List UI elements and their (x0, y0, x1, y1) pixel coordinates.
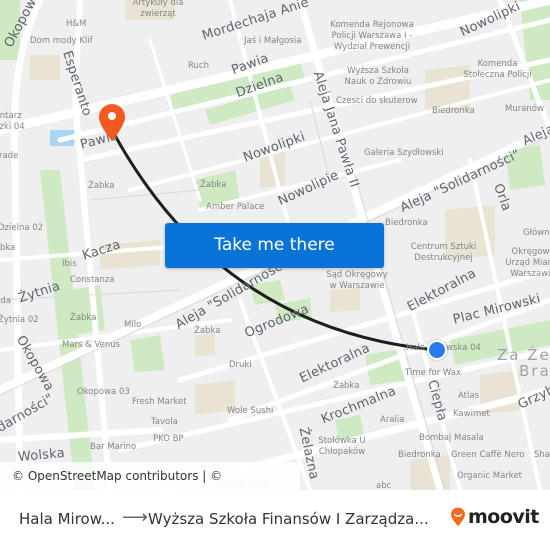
poi-label: Biedronka (432, 106, 475, 116)
poi-label: Druki (229, 360, 252, 370)
poi-label: Żabka (194, 326, 221, 336)
origin-stop-name: Hala Mirow... (19, 510, 115, 528)
poi-label: bka (0, 243, 16, 253)
poi-label: Żabka (333, 381, 360, 391)
map-attribution[interactable]: © OpenStreetMap contributors | © OpenMap… (0, 462, 300, 490)
poi-label: Wole Sushi (227, 406, 274, 416)
poi-label: Bar Marino (90, 442, 137, 452)
poi-label: rade (0, 151, 19, 161)
poi-label: Dom mody Klif (30, 36, 93, 46)
destination-pin-icon[interactable] (97, 104, 127, 142)
poi-label: Sąd Okręgowy w Warszawie (326, 270, 388, 291)
poi-label: Bombaj Masala (419, 433, 484, 443)
destination-name: Wyższa Szkoła Finansów I Zarządza... (148, 510, 429, 528)
poi-label: Organic Market (457, 471, 522, 481)
poi-label: Muranów (505, 104, 544, 114)
map-view[interactable]: Okopowa Esperanto Mordechaja Anie Pawia … (0, 0, 550, 490)
arrow-right-icon: ⟶ (122, 507, 148, 527)
poi-label: Ibis (62, 259, 77, 269)
poi-label: Cmentarz Powązki 04 (0, 111, 25, 132)
take-me-there-button[interactable]: Take me there (165, 223, 384, 268)
poi-label: Ruch (188, 61, 209, 71)
district-label: Za Żelazną Bramą (497, 347, 550, 379)
poi-label: Amber Palace (206, 202, 265, 212)
poi-label: Żabka (70, 313, 97, 323)
poi-label: Galeria Szydłowski (364, 148, 444, 158)
poi-label: Aralia (380, 415, 405, 425)
district-label-line1: Za Żelazną (497, 346, 550, 364)
poi-label: Shal (534, 450, 550, 460)
poi-label: jda (0, 296, 11, 306)
poi-label: Główn (523, 228, 550, 238)
poi-label: Atlas (458, 391, 479, 401)
poi-label: Constanza (70, 275, 115, 285)
poi-label: abc (376, 481, 392, 490)
route-footer: Hala Mirow... ⟶ Wyższa Szkoła Finansów I… (0, 490, 550, 550)
poi-label: Green Caffè Nero (451, 450, 525, 460)
poi-label: Żabka (200, 180, 227, 190)
poi-label: Stołówka U Chłopaków (318, 436, 366, 457)
poi-label: Mars & Venus (62, 340, 121, 350)
poi-label: Biedronka (398, 450, 441, 460)
poi-label: Dzielna 02 (0, 223, 44, 233)
poi-label: Jaś i Małgosia (244, 36, 302, 46)
poi-label: Czesci do skuterow (336, 96, 418, 106)
poi-label: Żabka (88, 181, 115, 191)
poi-label: Biedronka (385, 218, 428, 228)
poi-label: Okręgowy Urząd Miar w Warszawie (505, 247, 550, 279)
poi-label: Milo (124, 320, 142, 330)
poi-label: Komenda Rejonowa Policji Warszawa I - Wy… (330, 20, 414, 52)
district-label-line2: Bramą (519, 362, 550, 380)
poi-label: Tavola (151, 417, 178, 427)
poi-label: Kawimet (453, 409, 490, 419)
poi-label: Time for Wax (405, 368, 461, 378)
poi-label: Wyższa Szkoła Nauk o Zdrowiu (344, 66, 412, 87)
poi-label: Fresh Market (132, 397, 187, 407)
poi-label: Artykuły dla zwierząt (132, 0, 184, 19)
poi-label: Żytnia 02 (0, 315, 39, 325)
poi-label: H&M (66, 19, 87, 29)
poi-label: PKO BP (153, 434, 184, 444)
street-label-wolska: Wolska (17, 445, 66, 466)
poi-label: Okopowa 03 (77, 387, 130, 397)
moovit-wordmark: moovit (468, 506, 539, 528)
moovit-pin-icon (451, 507, 465, 526)
origin-location-dot[interactable] (427, 340, 447, 360)
moovit-logo[interactable]: moovit (450, 506, 539, 528)
poi-label: Komenda Stołeczna Policji (463, 59, 532, 80)
poi-label: Centrum Sztuki Destrukcyjnej (410, 242, 477, 263)
